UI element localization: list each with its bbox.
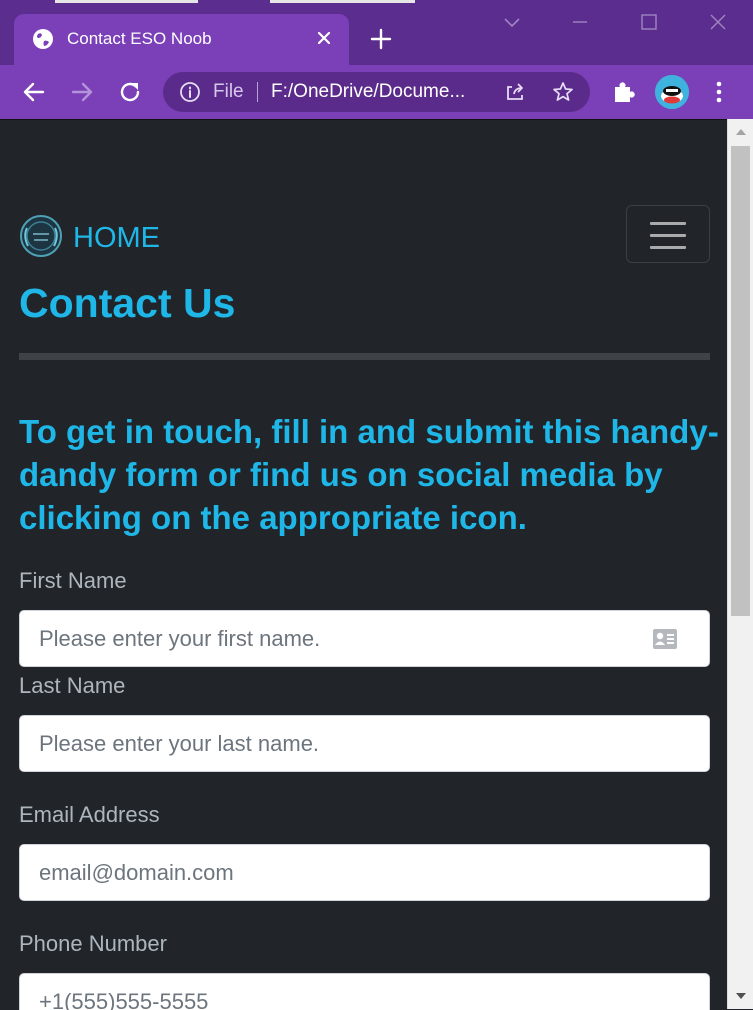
hamburger-icon-bar [650,222,686,225]
star-icon[interactable] [551,80,575,104]
tab-strip-highlight [270,0,415,3]
hamburger-icon-bar [650,246,686,249]
browser-toolbar: File F:/OneDrive/Docume... [0,65,753,119]
url-separator [257,82,258,102]
page-viewport: HOME Contact Us To get in touch, fill in… [0,119,727,1010]
globe-icon [33,29,53,49]
title-divider [19,353,710,360]
share-icon[interactable] [503,80,527,104]
avatar-image [655,75,689,109]
phone-input[interactable] [19,973,710,1010]
address-bar[interactable]: File F:/OneDrive/Docume... [163,72,590,112]
url-text[interactable]: F:/OneDrive/Docume... [271,81,486,103]
last-name-label: Last Name [19,673,126,698]
last-name-input[interactable] [19,715,710,772]
forward-arrow-icon[interactable] [69,79,95,105]
minimize-icon[interactable] [568,10,592,34]
plus-icon[interactable] [370,28,392,50]
scrollbar-thumb[interactable] [731,146,750,616]
back-arrow-icon[interactable] [21,79,47,105]
tab-title: Contact ESO Noob [67,29,212,48]
email-input[interactable] [19,844,710,901]
tab-strip-highlight [55,0,198,3]
reload-icon[interactable] [117,79,143,105]
navbar-toggle-button[interactable] [626,205,710,263]
first-name-label: First Name [19,568,127,593]
profile-avatar[interactable] [655,75,689,109]
eso-noob-logo [20,215,62,257]
phone-label: Phone Number [19,931,167,956]
chevron-down-icon[interactable] [500,10,524,34]
url-scheme-label: File [213,81,244,102]
intro-text: To get in touch, fill in and submit this… [19,413,719,536]
kebab-menu-icon[interactable] [706,79,732,105]
vertical-scrollbar[interactable] [727,119,753,1009]
tab-strip: Contact ESO Noob [0,0,753,65]
scroll-up-arrow-icon[interactable] [735,127,747,137]
email-label: Email Address [19,802,160,827]
scroll-down-arrow-icon[interactable] [735,991,747,1001]
puzzle-icon[interactable] [611,79,637,105]
active-tab[interactable]: Contact ESO Noob [14,14,349,65]
info-icon[interactable] [179,81,201,103]
brand-home-link[interactable]: HOME [73,222,160,255]
window-close-icon[interactable] [706,10,730,34]
close-icon[interactable] [313,27,335,49]
hamburger-icon-bar [650,234,686,237]
contact-card-icon [653,629,677,649]
first-name-input[interactable] [19,610,710,667]
maximize-icon[interactable] [637,10,661,34]
page-title: Contact Us [19,280,236,326]
